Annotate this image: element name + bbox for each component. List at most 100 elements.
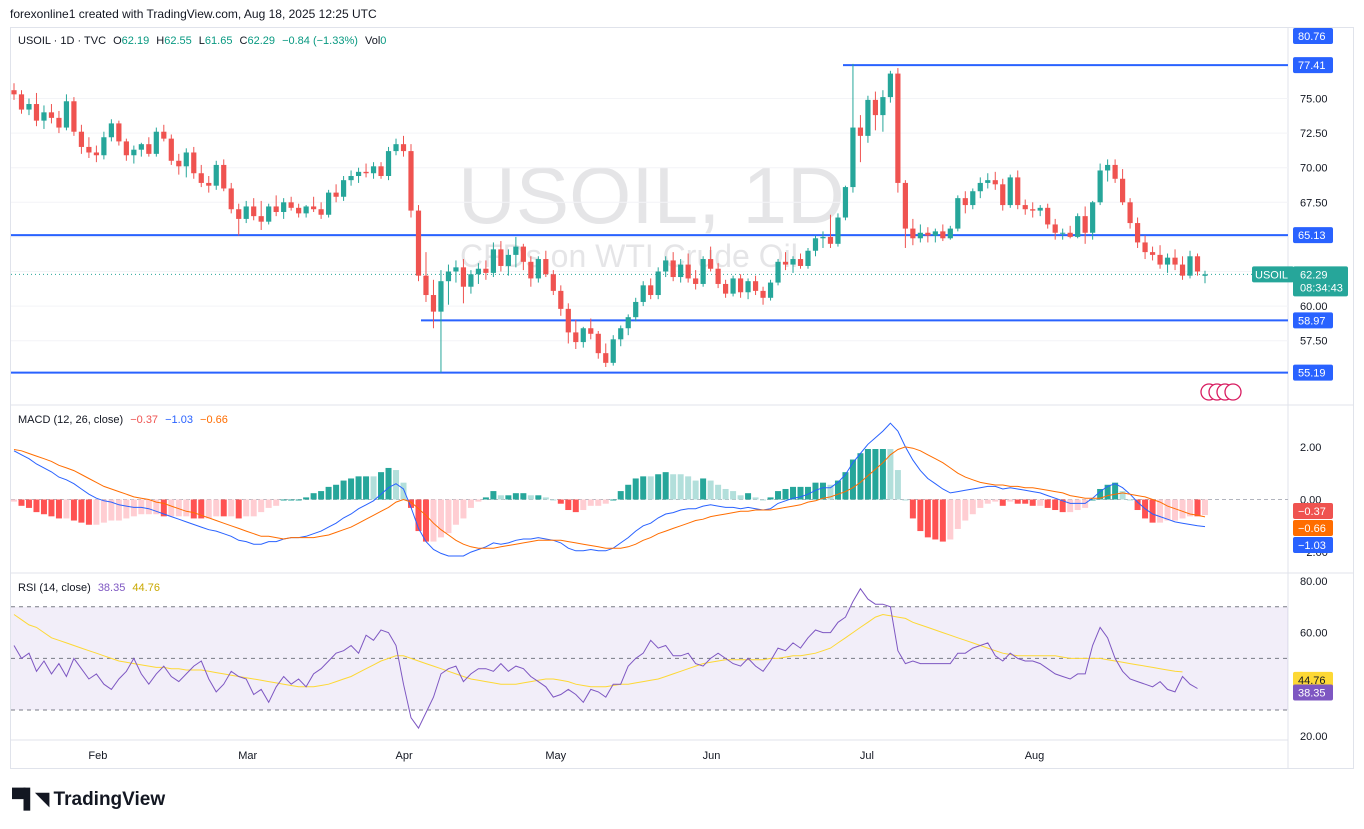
macd-histogram-bar (363, 476, 370, 500)
price-axis-tick: 70.00 (1300, 163, 1328, 175)
macd-histogram-bar (475, 499, 482, 502)
macd-histogram-bar (745, 493, 752, 500)
level-price-tag-label: 55.19 (1298, 368, 1326, 380)
macd-histogram-bar (1119, 491, 1126, 500)
price-axis-tick: 72.50 (1300, 128, 1328, 140)
candle-body (1112, 164, 1118, 179)
candle-body (715, 268, 721, 284)
rsi-legend[interactable]: RSI (14, close) 38.35 44.76 (18, 582, 164, 594)
macd-histogram-bar (1067, 499, 1074, 513)
macd-histogram-bar (213, 499, 220, 517)
macd-histogram-bar (722, 488, 729, 500)
macd-histogram-bar (999, 499, 1006, 506)
candle-body (760, 290, 766, 298)
macd-histogram-bar (715, 484, 722, 500)
candle-body (490, 249, 496, 273)
macd-histogram-bar (737, 495, 744, 500)
candle-body (663, 260, 669, 272)
candle-body (198, 173, 204, 183)
candle-body (827, 236, 834, 244)
candle-body (18, 94, 25, 110)
candle-body (71, 101, 77, 132)
macd-histogram-bar (280, 499, 287, 501)
macd-histogram-bar (962, 499, 969, 521)
candle-body (33, 104, 40, 121)
candle-body (303, 206, 309, 214)
macd-histogram-bar (1134, 499, 1141, 511)
candle-body (108, 123, 114, 138)
candle-body (745, 281, 751, 293)
candle-body (955, 198, 961, 229)
price-legend[interactable]: USOIL · 1D · TVC O62.19 H62.55 L61.65 C6… (18, 35, 390, 47)
macd-histogram-bar (520, 493, 527, 500)
macd-histogram-bar (632, 478, 639, 500)
macd-histogram-bar (542, 497, 549, 500)
candle-body (273, 206, 279, 212)
macd-histogram-bar (610, 499, 617, 501)
macd-histogram-bar (700, 478, 707, 500)
macd-histogram-bar (992, 499, 999, 502)
candle-body (1067, 232, 1073, 237)
macd-histogram-bar (984, 499, 991, 504)
macd-histogram-bar (670, 474, 677, 500)
macd-histogram-bar (333, 484, 340, 500)
candle-body (385, 151, 392, 177)
macd-histogram-bar (145, 499, 152, 515)
candle-body (423, 275, 429, 296)
candle-body (812, 238, 819, 251)
macd-histogram-bar (917, 499, 924, 532)
candle-body (1097, 170, 1103, 203)
candle-body (393, 144, 399, 152)
candle-body (378, 166, 384, 177)
macd-histogram-bar (782, 488, 789, 500)
macd-histogram-bar (303, 497, 310, 500)
macd-histogram-bar (100, 499, 107, 523)
candle-body (655, 271, 661, 296)
candle-body (558, 290, 564, 309)
macd-histogram-bar (168, 499, 175, 517)
candle-body (138, 144, 144, 150)
candle-body (1037, 207, 1043, 211)
macd-histogram-bar (647, 476, 654, 500)
macd-histogram-bar (400, 482, 407, 500)
macd-histogram-bar (183, 499, 190, 517)
macd-histogram-bar (85, 499, 92, 525)
candle-body (131, 149, 137, 156)
tradingview-brand[interactable]: ▀▌◥ TradingView (12, 788, 165, 811)
macd-legend-signal: −0.66 (200, 414, 228, 426)
time-axis-label: Mar (238, 750, 257, 762)
macd-legend[interactable]: MACD (12, 26, close) −0.37 −1.03 −0.66 (18, 414, 232, 426)
candle-body (340, 180, 347, 197)
macd-histogram-bar (512, 493, 519, 500)
price-axis-tick: 60.00 (1300, 301, 1328, 313)
us-flag-icon (1224, 383, 1242, 401)
macd-histogram-bar (1037, 499, 1044, 506)
macd-histogram-bar (909, 499, 916, 519)
macd-histogram-bar (385, 467, 392, 500)
macd-histogram-bar (452, 499, 459, 525)
legend-change: −0.84 (−1.33%) (282, 35, 358, 47)
macd-histogram-bar (1007, 499, 1014, 502)
candle-body (288, 202, 294, 208)
candle-body (78, 131, 85, 147)
candle-body (573, 332, 579, 343)
candle-body (1105, 164, 1111, 171)
macd-histogram-bar (130, 499, 137, 517)
macd-histogram-bar (355, 476, 362, 500)
macd-histogram-bar (692, 480, 699, 500)
candle-body (483, 268, 489, 273)
candle-body (453, 267, 459, 272)
candle-body (1022, 205, 1028, 210)
candle-body (1075, 216, 1081, 237)
macd-histogram-bar (760, 499, 767, 501)
candle-body (737, 278, 744, 293)
candle-body (610, 339, 616, 363)
candle-body (625, 317, 631, 329)
macd-histogram-bar (258, 499, 265, 513)
signal-line (13, 446, 1206, 549)
candle-body (438, 281, 444, 312)
candle-body (678, 264, 684, 278)
candle-body (528, 261, 534, 279)
candle-body (842, 187, 849, 218)
price-axis-tick: 67.50 (1300, 197, 1328, 209)
